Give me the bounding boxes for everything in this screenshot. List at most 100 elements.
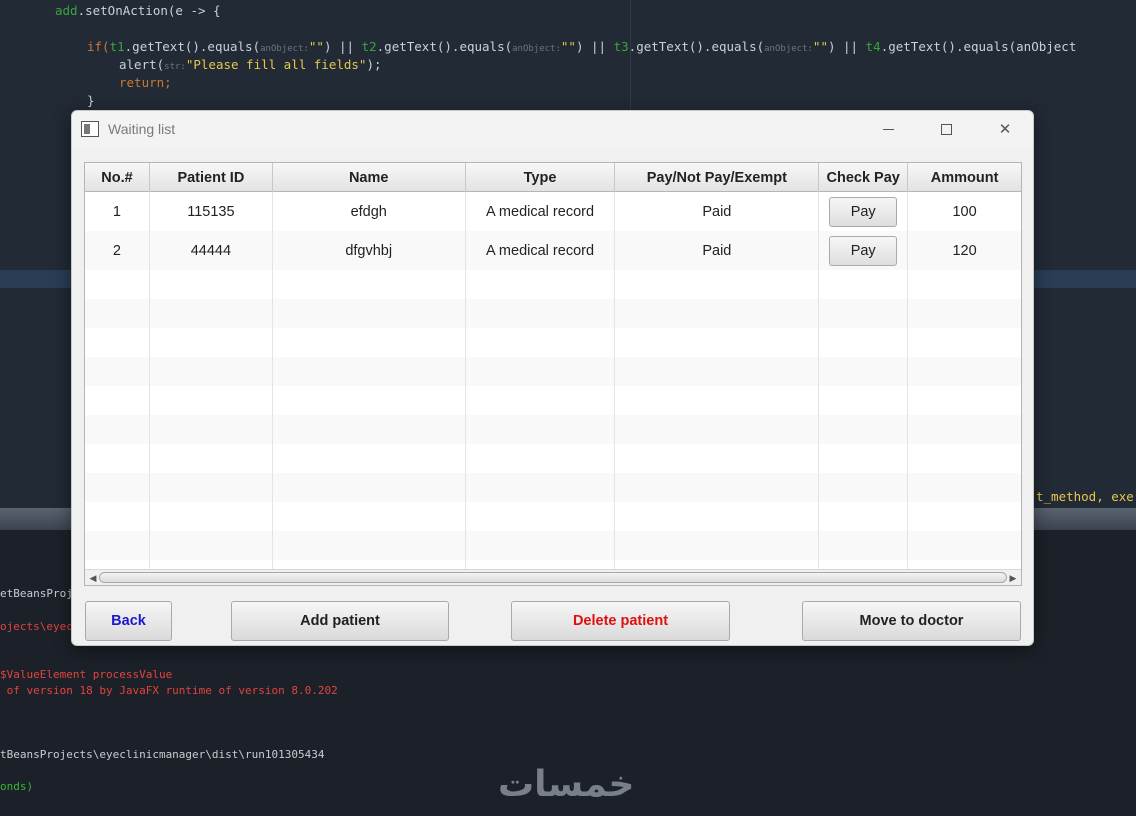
pay-button[interactable]: Pay — [829, 235, 898, 266]
empty-cell — [819, 328, 909, 357]
empty-cell — [150, 357, 273, 386]
table-row[interactable]: 2 44444 dfgvhbj A medical record Paid Pa… — [85, 231, 1021, 270]
empty-cell — [615, 531, 820, 560]
empty-cell — [150, 473, 273, 502]
back-button[interactable]: Back — [85, 601, 172, 641]
empty-table-row — [85, 531, 1021, 560]
empty-cell — [150, 386, 273, 415]
code-line-3: if(t1.getText().equals(anObject:"") || t… — [87, 39, 1077, 54]
empty-cell — [819, 531, 909, 560]
delete-patient-button[interactable]: Delete patient — [511, 601, 730, 641]
empty-cell — [85, 299, 150, 328]
watermark-logo: خمسات — [498, 764, 635, 805]
empty-cell — [466, 299, 616, 328]
empty-cell — [819, 299, 909, 328]
empty-cell — [819, 502, 909, 531]
empty-cell — [150, 444, 273, 473]
empty-cell — [615, 357, 820, 386]
empty-cell — [85, 473, 150, 502]
minimize-icon — [882, 128, 894, 130]
empty-cell — [273, 328, 466, 357]
maximize-button[interactable] — [923, 111, 969, 147]
cell-no: 1 — [85, 192, 150, 231]
empty-table-row — [85, 328, 1021, 357]
cell-name: dfgvhbj — [273, 231, 466, 270]
pay-button[interactable]: Pay — [829, 196, 898, 227]
horizontal-scrollbar[interactable]: ◀ ▶ — [85, 569, 1021, 585]
empty-cell — [150, 502, 273, 531]
output-line: onds) — [0, 780, 34, 793]
column-header-patient-id[interactable]: Patient ID — [150, 163, 273, 192]
code-side-snippet: t_method, exe — [1036, 489, 1134, 504]
empty-cell — [150, 531, 273, 560]
empty-cell — [908, 328, 1021, 357]
maximize-icon — [940, 123, 952, 135]
column-header-name[interactable]: Name — [273, 163, 466, 192]
empty-cell — [85, 328, 150, 357]
empty-cell — [908, 299, 1021, 328]
scrollbar-thumb[interactable] — [99, 572, 1007, 583]
table-header: No.# Patient ID Name Type Pay/Not Pay/Ex… — [85, 163, 1021, 192]
waiting-list-window: Waiting list ✕ No.# Patient ID Name Type… — [71, 110, 1034, 646]
column-header-amount[interactable]: Ammount — [908, 163, 1021, 192]
empty-cell — [273, 473, 466, 502]
empty-cell — [150, 328, 273, 357]
output-line: of version 18 by JavaFX runtime of versi… — [0, 684, 338, 697]
empty-table-row — [85, 386, 1021, 415]
scroll-left-icon[interactable]: ◀ — [86, 571, 100, 585]
output-line: tBeansProjects\eyeclinicmanager\dist\run… — [0, 748, 325, 761]
empty-cell — [85, 444, 150, 473]
cell-pay-status: Paid — [615, 231, 820, 270]
cell-amount: 100 — [952, 203, 977, 220]
cell-pay-status: Paid — [615, 192, 820, 231]
empty-cell — [466, 473, 616, 502]
empty-cell — [466, 270, 616, 299]
empty-table-row — [85, 357, 1021, 386]
minimize-button[interactable] — [865, 111, 911, 147]
column-header-type[interactable]: Type — [466, 163, 616, 192]
empty-cell — [466, 357, 616, 386]
add-patient-button[interactable]: Add patient — [231, 601, 449, 641]
close-button[interactable]: ✕ — [982, 111, 1028, 147]
empty-cell — [85, 531, 150, 560]
empty-cell — [615, 386, 820, 415]
title-bar[interactable]: Waiting list ✕ — [72, 111, 1033, 149]
column-header-no[interactable]: No.# — [85, 163, 150, 192]
column-header-check-pay[interactable]: Check Pay — [819, 163, 909, 192]
empty-cell — [85, 415, 150, 444]
cell-patient-id: 44444 — [150, 231, 273, 270]
empty-cell — [908, 415, 1021, 444]
window-title: Waiting list — [108, 121, 176, 137]
empty-cell — [150, 415, 273, 444]
empty-cell — [819, 415, 909, 444]
cell-no: 2 — [85, 231, 150, 270]
app-window-icon — [81, 121, 99, 137]
editor-margin-line — [630, 0, 631, 110]
cell-amount: 120 — [952, 242, 977, 259]
scroll-right-icon[interactable]: ▶ — [1006, 571, 1020, 585]
empty-cell — [908, 502, 1021, 531]
move-to-doctor-button[interactable]: Move to doctor — [802, 601, 1021, 641]
cell-type: A medical record — [466, 231, 616, 270]
empty-cell — [819, 357, 909, 386]
column-header-pay-status[interactable]: Pay/Not Pay/Exempt — [615, 163, 820, 192]
code-line-1: add.setOnAction(e -> { — [55, 3, 221, 18]
empty-cell — [819, 473, 909, 502]
empty-cell — [150, 299, 273, 328]
empty-cell — [85, 270, 150, 299]
table-row[interactable]: 1 115135 efdgh A medical record Paid Pay… — [85, 192, 1021, 231]
empty-cell — [273, 386, 466, 415]
empty-cell — [615, 299, 820, 328]
empty-cell — [615, 502, 820, 531]
empty-cell — [615, 444, 820, 473]
waiting-list-table[interactable]: No.# Patient ID Name Type Pay/Not Pay/Ex… — [84, 162, 1022, 586]
output-line: ojects\eyec — [0, 620, 73, 633]
cell-name: efdgh — [273, 192, 466, 231]
cell-check-pay: Pay — [819, 231, 909, 270]
empty-cell — [85, 386, 150, 415]
cell-patient-id: 115135 — [150, 192, 273, 231]
empty-cell — [273, 270, 466, 299]
empty-cell — [85, 502, 150, 531]
empty-cell — [615, 415, 820, 444]
code-line-4: alert(str:"Please fill all fields"); — [119, 57, 382, 72]
